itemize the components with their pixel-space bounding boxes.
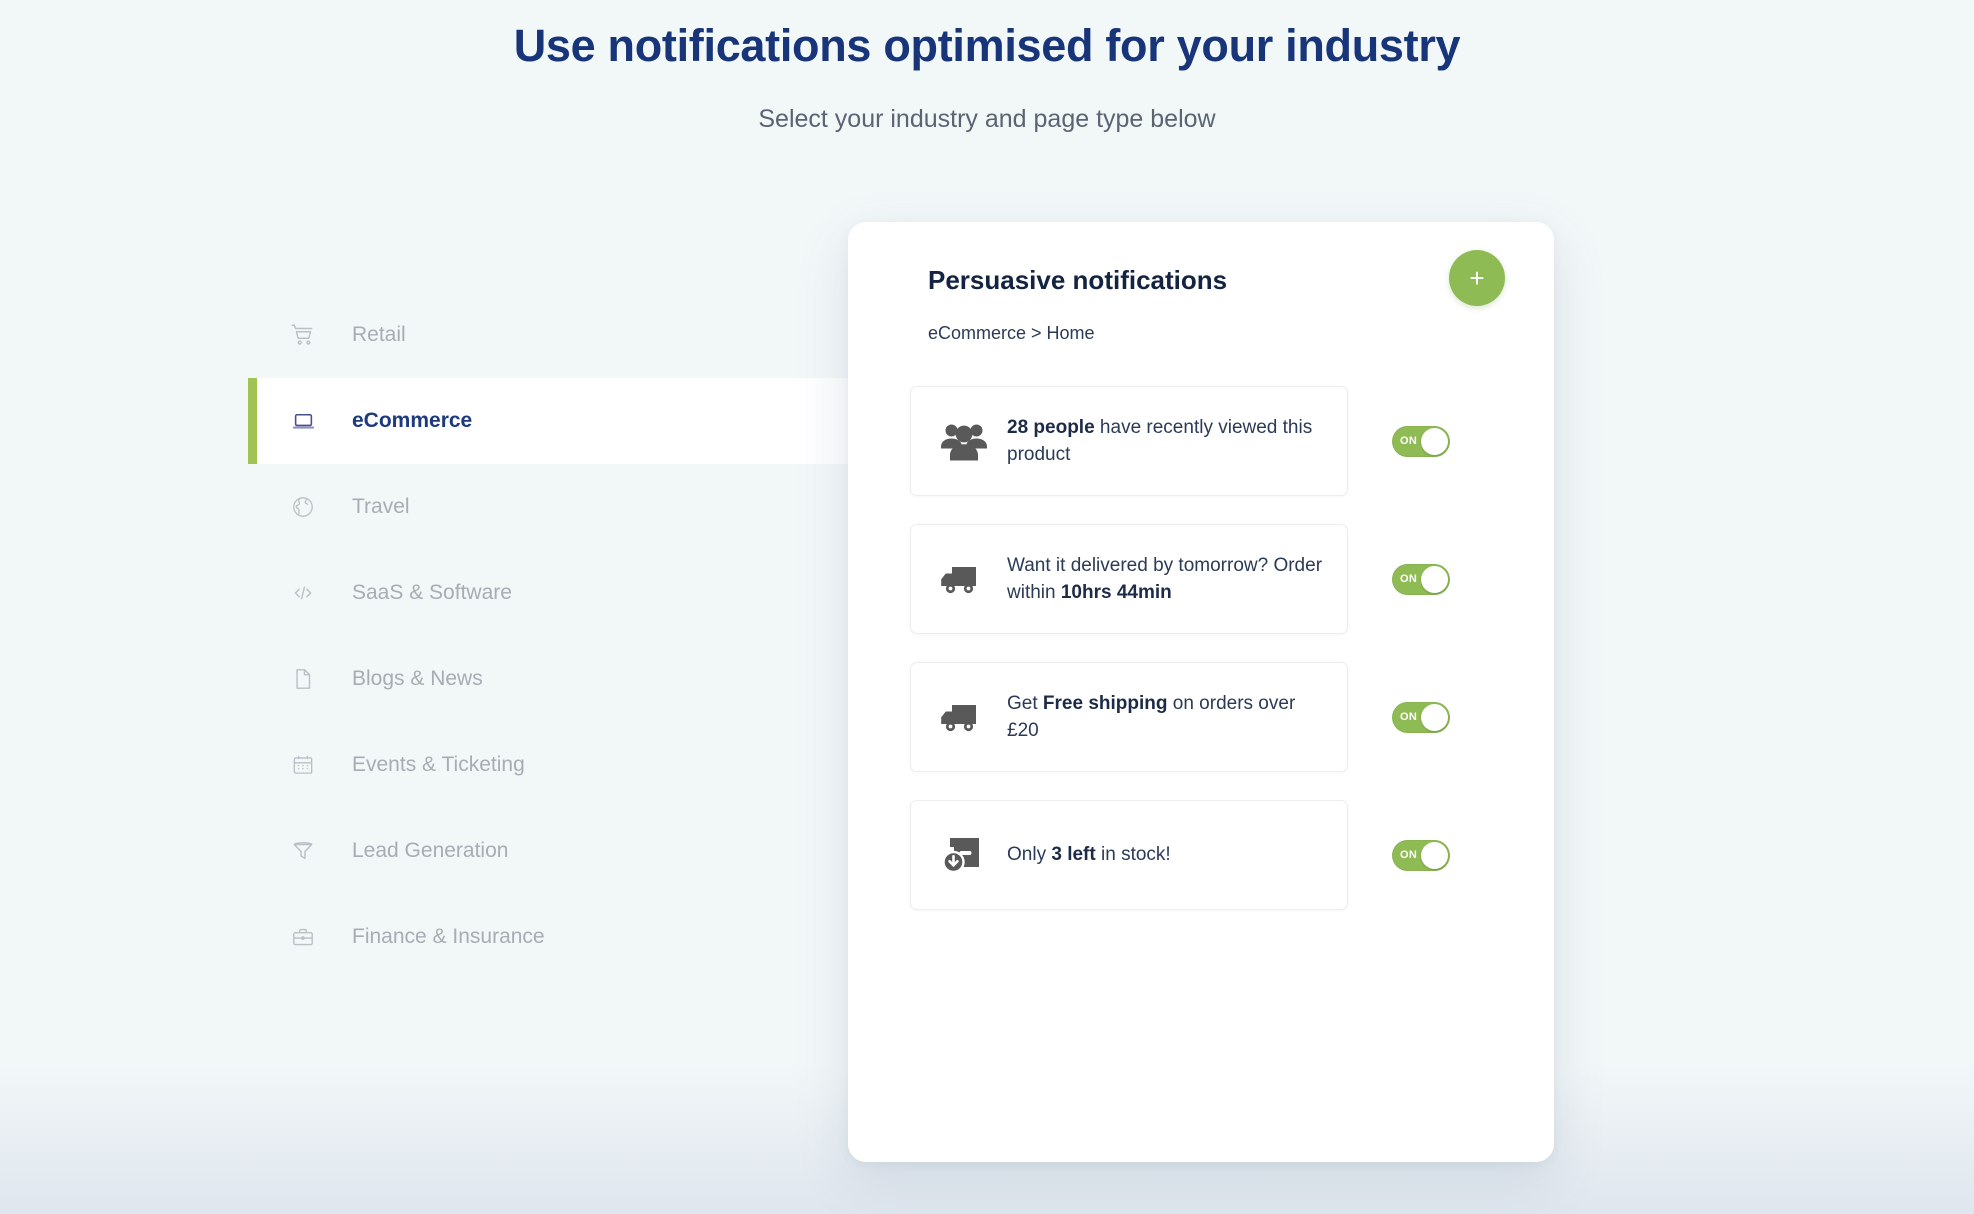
sidebar-item-label: Blogs & News [352, 667, 483, 690]
sidebar-item-label: SaaS & Software [352, 581, 512, 604]
notification-plain: in stock! [1095, 844, 1171, 866]
sidebar-active-indicator [248, 894, 257, 980]
sidebar-item-label: eCommerce [352, 409, 473, 432]
delivery-truck-icon [935, 691, 993, 743]
toggle-state-label: ON [1400, 848, 1418, 861]
sidebar-item-label: Travel [352, 495, 410, 518]
sidebar-active-indicator [248, 808, 257, 894]
shopping-cart-icon [286, 318, 320, 352]
notification-toggle[interactable]: ON [1392, 839, 1450, 871]
sidebar-item-label: Finance & Insurance [352, 925, 545, 948]
notification-row: Want it delivered by tomorrow? Order wit… [848, 524, 1554, 635]
toggle-knob [1421, 427, 1448, 455]
calendar-icon [286, 748, 320, 782]
people-group-icon [935, 415, 993, 467]
toggle-state-label: ON [1400, 710, 1418, 723]
plus-icon: + [1469, 263, 1485, 293]
code-brackets-icon [286, 576, 320, 610]
sidebar-active-indicator [248, 636, 257, 722]
notification-item[interactable]: Get Free shipping on orders over £20 [910, 662, 1348, 773]
notification-plain: Get [1007, 692, 1043, 714]
notifications-card: Persuasive notifications eCommerce > Hom… [848, 222, 1554, 1162]
notification-text: Want it delivered by tomorrow? Order wit… [1007, 552, 1325, 607]
box-download-icon [935, 829, 993, 881]
notification-item[interactable]: Only 3 left in stock! [910, 800, 1348, 911]
notification-emphasis: 10hrs 44min [1060, 582, 1172, 604]
notification-toggle[interactable]: ON [1392, 563, 1450, 595]
page-header: Use notifications optimised for your ind… [0, 0, 1974, 134]
toggle-knob [1421, 841, 1448, 869]
document-icon [286, 662, 320, 696]
notification-plain: Only [1007, 844, 1052, 866]
sidebar-item-label: Lead Generation [352, 839, 509, 862]
page-title: Use notifications optimised for your ind… [513, 20, 1461, 71]
notification-emphasis: 3 left [1051, 844, 1096, 866]
notification-emphasis: Free shipping [1042, 692, 1168, 714]
laptop-icon [286, 404, 320, 438]
page-subtitle: Select your industry and page type below [758, 105, 1216, 134]
notification-row: 28 people have recently viewed this prod… [848, 386, 1554, 497]
sidebar-item-label: Retail [352, 323, 406, 346]
card-title: Persuasive notifications [928, 265, 1228, 295]
toggle-state-label: ON [1400, 572, 1418, 585]
funnel-icon [286, 834, 320, 868]
notification-item[interactable]: Want it delivered by tomorrow? Order wit… [910, 524, 1348, 635]
toggle-state-label: ON [1400, 434, 1418, 447]
card-header: Persuasive notifications eCommerce > Hom… [848, 222, 1554, 344]
notification-item[interactable]: 28 people have recently viewed this prod… [910, 386, 1348, 497]
notification-text: Only 3 left in stock! [1007, 841, 1171, 869]
notification-text: Get Free shipping on orders over £20 [1007, 690, 1325, 745]
toggle-knob [1421, 703, 1448, 731]
sidebar-active-indicator [248, 378, 257, 464]
notification-toggle[interactable]: ON [1392, 425, 1450, 457]
sidebar-active-indicator [248, 464, 257, 550]
breadcrumb: eCommerce > Home [928, 323, 1095, 344]
notification-toggle[interactable]: ON [1392, 701, 1450, 733]
notification-row: Get Free shipping on orders over £20 ON [848, 662, 1554, 773]
sidebar-active-indicator [248, 292, 257, 378]
sidebar-active-indicator [248, 550, 257, 636]
briefcase-icon [286, 920, 320, 954]
notification-row: Only 3 left in stock! ON [848, 800, 1554, 911]
notification-emphasis: 28 people [1007, 416, 1095, 438]
globe-icon [286, 490, 320, 524]
toggle-knob [1421, 565, 1448, 593]
sidebar-item-label: Events & Ticketing [352, 753, 525, 776]
add-notification-button[interactable]: + [1449, 250, 1505, 306]
notification-text: 28 people have recently viewed this prod… [1007, 414, 1325, 469]
sidebar-active-indicator [248, 722, 257, 808]
delivery-truck-icon [935, 553, 993, 605]
notification-list: 28 people have recently viewed this prod… [848, 344, 1554, 911]
